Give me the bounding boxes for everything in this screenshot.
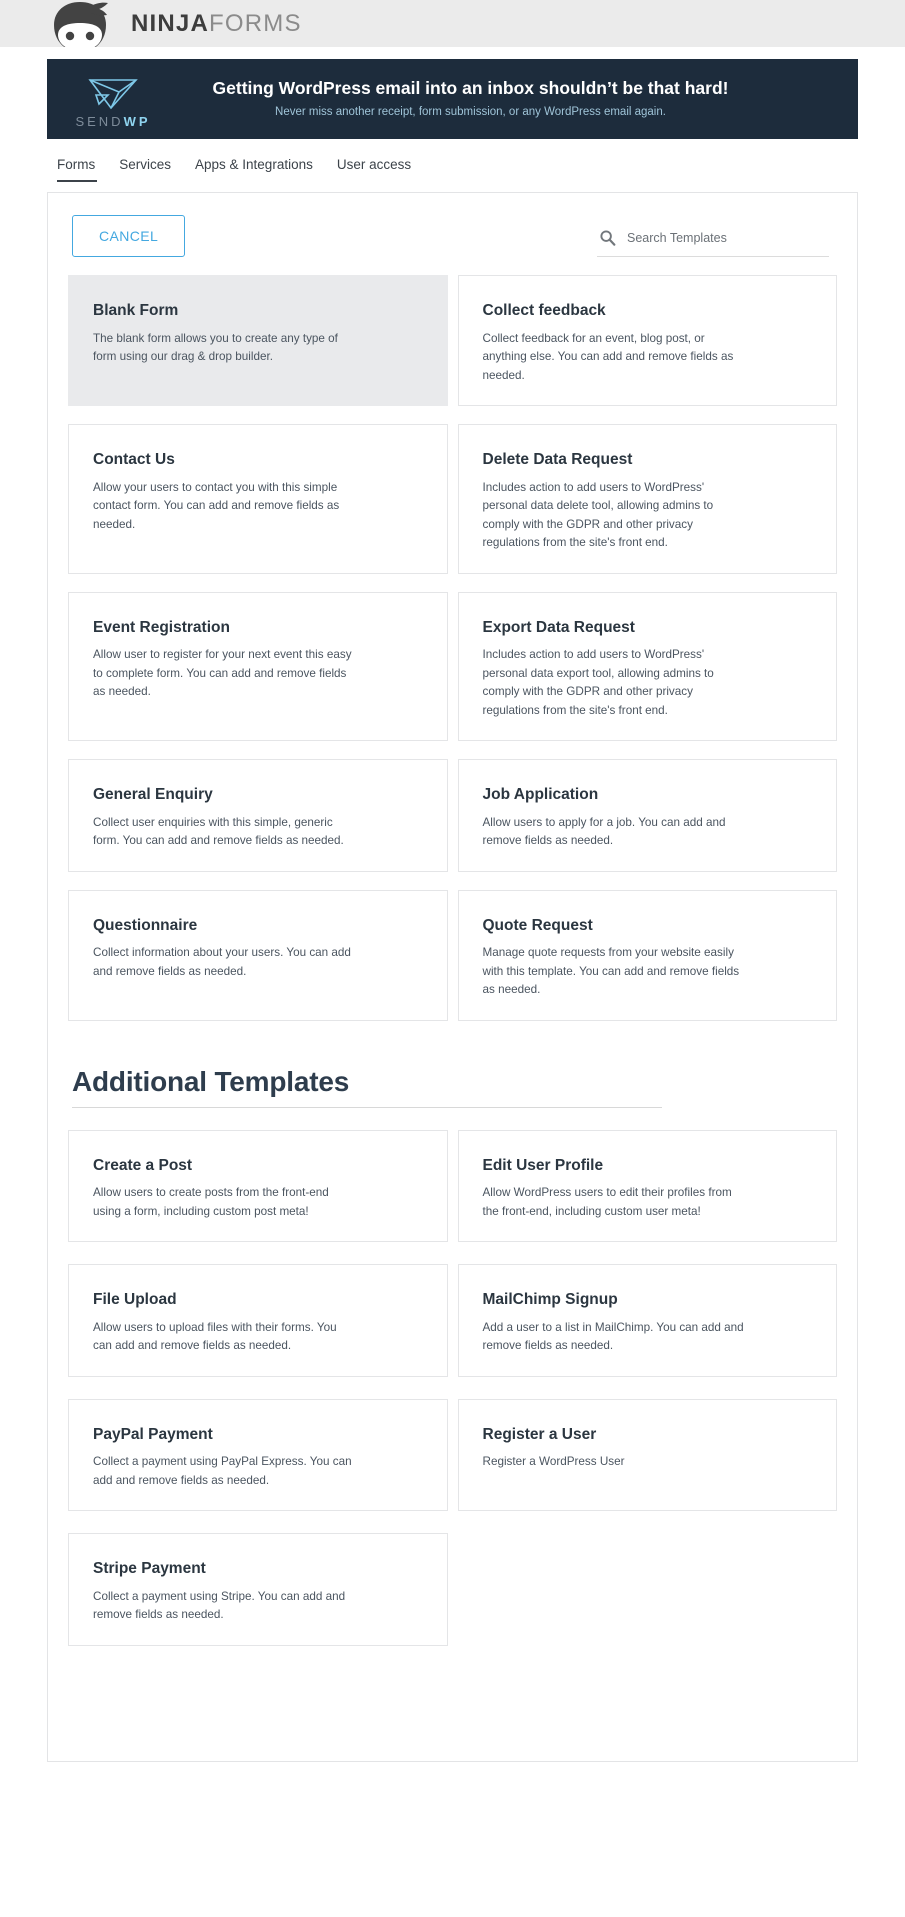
- template-description: The blank form allows you to create any …: [93, 331, 338, 364]
- template-card-general-enquiry[interactable]: General Enquiry Collect user enquiries w…: [68, 759, 448, 872]
- template-description: Includes action to add users to WordPres…: [482, 648, 714, 717]
- additional-grid-row-2: File Upload Allow users to upload files …: [68, 1264, 837, 1377]
- search-icon: [600, 230, 616, 246]
- template-description: Collect user enquiries with this simple,…: [93, 815, 344, 848]
- panel-toolbar: CANCEL: [68, 215, 837, 258]
- additional-templates-title: Additional Templates: [72, 1065, 350, 1097]
- template-card-paypal-payment[interactable]: PayPal Payment Collect a payment using P…: [68, 1398, 448, 1512]
- template-description: Collect information about your users. Yo…: [93, 946, 351, 978]
- brand-name-bold: NINJA: [131, 9, 210, 37]
- cancel-button[interactable]: CANCEL: [72, 215, 186, 258]
- additional-grid-row-3: PayPal Payment Collect a payment using P…: [68, 1398, 837, 1512]
- template-description: Allow users to create posts from the fro…: [93, 1186, 329, 1218]
- sendwp-logo-text-send: SEND: [75, 113, 124, 129]
- template-title: Create a Post: [93, 1156, 193, 1174]
- template-description: Allow WordPress users to edit their prof…: [482, 1186, 732, 1218]
- ninja-mask-icon: [54, 1, 108, 47]
- template-card-contact-us[interactable]: Contact Us Allow your users to contact y…: [68, 424, 448, 574]
- template-title: File Upload: [93, 1291, 177, 1309]
- tab-forms-label: Forms: [57, 157, 96, 172]
- template-card-event-registration[interactable]: Event Registration Allow user to registe…: [68, 591, 448, 742]
- template-card-edit-user-profile[interactable]: Edit User Profile Allow WordPress users …: [457, 1129, 837, 1243]
- tab-services[interactable]: Services: [107, 157, 183, 182]
- template-description: Collect a payment using PayPal Express. …: [93, 1455, 352, 1487]
- sendwp-logo-text-wp: WP: [123, 113, 151, 129]
- template-card-questionnaire[interactable]: Questionnaire Collect information about …: [68, 889, 448, 1021]
- additional-grid-row-1: Create a Post Allow users to create post…: [68, 1129, 837, 1243]
- template-card-register-a-user[interactable]: Register a User Register a WordPress Use…: [457, 1398, 837, 1512]
- template-title: PayPal Payment: [93, 1425, 213, 1443]
- additional-templates-header: Additional Templates: [72, 1065, 662, 1108]
- template-title: Questionnaire: [93, 916, 198, 934]
- template-card-job-application[interactable]: Job Application Allow users to apply for…: [457, 759, 837, 872]
- search-templates-box[interactable]: [597, 221, 829, 258]
- template-grid-row-1: Blank Form The blank form allows you to …: [68, 275, 837, 407]
- brand-wordmark: NINJAFORMS: [131, 10, 302, 38]
- promo-subtitle: Never miss another receipt, form submiss…: [275, 106, 666, 119]
- template-card-stripe-payment[interactable]: Stripe Payment Collect a payment using S…: [68, 1533, 448, 1646]
- template-card-quote-request[interactable]: Quote Request Manage quote requests from…: [457, 889, 837, 1021]
- template-description: Allow users to upload files with their f…: [93, 1320, 337, 1353]
- template-title: Event Registration: [93, 618, 230, 636]
- template-title: Register a User: [482, 1425, 597, 1443]
- paper-plane-icon: [88, 78, 138, 109]
- template-grid-empty-slot: [458, 1533, 838, 1646]
- template-title: Stripe Payment: [93, 1560, 206, 1578]
- template-title: Blank Form: [93, 302, 179, 320]
- template-card-collect-feedback[interactable]: Collect feedback Collect feedback for an…: [457, 275, 837, 407]
- template-description: Collect a payment using Stripe. You can …: [93, 1589, 346, 1622]
- template-description: Includes action to add users to WordPres…: [482, 480, 714, 550]
- template-title: MailChimp Signup: [482, 1291, 618, 1309]
- template-grid-row-2: Contact Us Allow your users to contact y…: [68, 424, 837, 574]
- template-grid-row-4: General Enquiry Collect user enquiries w…: [68, 759, 837, 872]
- template-description: Register a WordPress User: [482, 1455, 625, 1469]
- template-title: Job Application: [482, 786, 599, 804]
- template-grid-row-3: Event Registration Allow user to registe…: [68, 591, 837, 742]
- template-title: Collect feedback: [482, 302, 606, 320]
- template-card-delete-data-request[interactable]: Delete Data Request Includes action to a…: [457, 424, 837, 574]
- template-description: Add a user to a list in MailChimp. You c…: [482, 1320, 744, 1353]
- template-title: Contact Us: [93, 451, 175, 469]
- template-description: Manage quote requests from your website …: [482, 946, 740, 997]
- main-nav-tabs: Forms Services Apps & Integrations User …: [0, 139, 905, 183]
- template-card-mailchimp-signup[interactable]: MailChimp Signup Add a user to a list in…: [457, 1264, 837, 1377]
- template-grid-row-5: Questionnaire Collect information about …: [68, 889, 837, 1021]
- tab-apps-integrations-label: Apps & Integrations: [195, 157, 313, 172]
- sendwp-logo: SENDWP: [65, 71, 161, 128]
- template-card-export-data-request[interactable]: Export Data Request Includes action to a…: [457, 591, 837, 742]
- search-input[interactable]: [627, 230, 827, 245]
- template-description: Allow your users to contact you with thi…: [93, 480, 340, 531]
- template-title: Export Data Request: [482, 618, 635, 636]
- template-description: Allow users to apply for a job. You can …: [482, 815, 726, 848]
- template-card-file-upload[interactable]: File Upload Allow users to upload files …: [68, 1264, 448, 1377]
- tab-forms[interactable]: Forms: [47, 157, 107, 183]
- tab-services-label: Services: [119, 157, 172, 172]
- promo-title: Getting WordPress email into an inbox sh…: [212, 78, 729, 99]
- template-description: Collect feedback for an event, blog post…: [482, 331, 734, 382]
- tab-user-access-label: User access: [336, 157, 412, 172]
- template-title: Delete Data Request: [482, 451, 633, 469]
- brand-bar: NINJAFORMS: [0, 0, 905, 47]
- tab-user-access[interactable]: User access: [325, 157, 423, 182]
- brand-name-light: FORMS: [209, 9, 302, 37]
- sendwp-promo-banner[interactable]: SENDWP Getting WordPress email into an i…: [47, 59, 858, 139]
- template-picker-panel: CANCEL Blank Form The blank form allows …: [47, 192, 858, 1763]
- template-description: Allow user to register for your next eve…: [93, 648, 352, 699]
- template-card-blank-form[interactable]: Blank Form The blank form allows you to …: [68, 275, 448, 407]
- template-title: Edit User Profile: [482, 1156, 604, 1174]
- additional-grid-row-4: Stripe Payment Collect a payment using S…: [68, 1533, 837, 1646]
- template-card-create-a-post[interactable]: Create a Post Allow users to create post…: [68, 1129, 448, 1243]
- template-title: General Enquiry: [93, 786, 213, 804]
- tab-apps-integrations[interactable]: Apps & Integrations: [183, 157, 325, 182]
- template-title: Quote Request: [482, 916, 593, 934]
